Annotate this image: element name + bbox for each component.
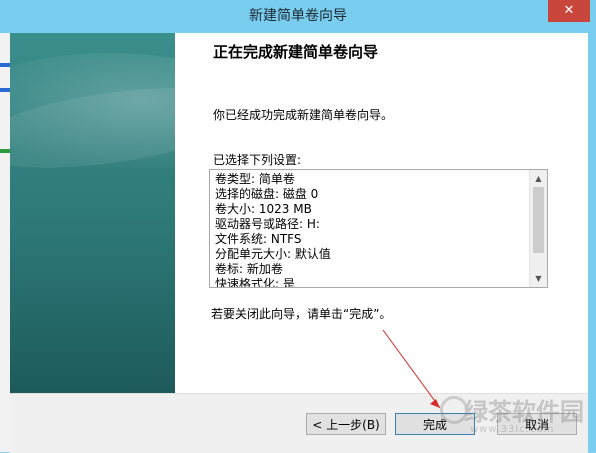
- setting-line: 文件系统: NTFS: [215, 232, 302, 246]
- background-marker: [0, 88, 10, 92]
- setting-line: 卷类型: 简单卷: [215, 172, 295, 186]
- wizard-content: 正在完成新建简单卷向导 你已经成功完成新建简单卷向导。 已选择下列设置: 卷类型…: [10, 33, 588, 393]
- page-heading: 正在完成新建简单卷向导: [213, 43, 379, 61]
- settings-lines: 卷类型: 简单卷 选择的磁盘: 磁盘 0 卷大小: 1023 MB 驱动器号或路…: [215, 172, 525, 288]
- setting-line: 卷标: 新加卷: [215, 262, 283, 276]
- back-button[interactable]: < 上一步(B): [306, 413, 386, 435]
- settings-label: 已选择下列设置:: [213, 153, 302, 167]
- setting-line: 选择的磁盘: 磁盘 0: [215, 187, 319, 201]
- scroll-thumb[interactable]: [533, 187, 544, 253]
- setting-line: 驱动器号或路径: H:: [215, 217, 320, 231]
- scroll-up-icon[interactable]: ▲: [530, 171, 547, 186]
- background-window-edge: [0, 33, 10, 452]
- wizard-window: 新建简单卷向导 ✕ 正在完成新建简单卷向导 你已经成功完成新建简单卷向导。 已选…: [0, 0, 596, 453]
- background-marker: [0, 63, 10, 67]
- setting-line: 快速格式化: 是: [215, 277, 295, 288]
- close-button[interactable]: ✕: [548, 0, 590, 22]
- intro-text: 你已经成功完成新建简单卷向导。: [213, 108, 394, 122]
- setting-line: 卷大小: 1023 MB: [215, 202, 312, 216]
- watermark: 绿茶软件园 www.33lc.com: [440, 392, 590, 450]
- listbox-scrollbar[interactable]: ▲ ▼: [529, 170, 547, 287]
- setting-line: 分配单元大小: 默认值: [215, 247, 331, 261]
- scroll-down-icon[interactable]: ▼: [530, 271, 547, 286]
- watermark-text: 绿茶软件园: [464, 398, 584, 426]
- finish-instruction: 若要关闭此向导，请单击“完成”。: [211, 307, 392, 321]
- close-icon: ✕: [563, 3, 575, 18]
- wizard-side-banner: [10, 33, 175, 393]
- background-marker: [0, 149, 10, 153]
- watermark-url: www.33lc.com: [470, 424, 555, 435]
- title-bar[interactable]: 新建简单卷向导 ✕: [0, 0, 596, 33]
- settings-listbox[interactable]: 卷类型: 简单卷 选择的磁盘: 磁盘 0 卷大小: 1023 MB 驱动器号或路…: [209, 169, 548, 288]
- window-title: 新建简单卷向导: [249, 8, 347, 24]
